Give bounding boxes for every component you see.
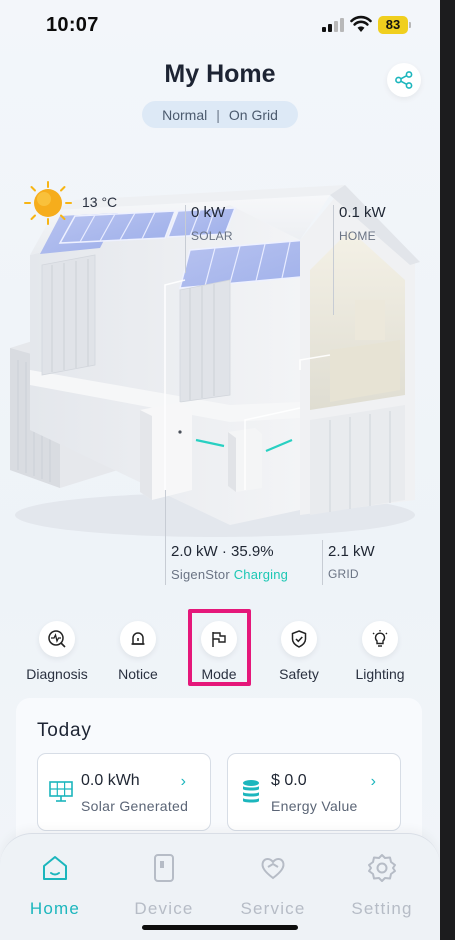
shortcut-label: Diagnosis (26, 666, 88, 682)
home-label: HOME (339, 229, 376, 243)
bottom-tab-bar: Home Device Service Setting (0, 833, 440, 940)
storage-device-name: SigenStor (171, 567, 230, 582)
home-icon (43, 856, 67, 880)
home-power-value: 0.1 kW (339, 204, 386, 221)
coins-icon (243, 780, 259, 803)
tab-service[interactable]: Service (223, 850, 323, 919)
shortcut-label: Notice (118, 666, 158, 682)
solar-power-value: 0 kW (191, 204, 226, 221)
home-leader-line (333, 205, 334, 315)
solar-panel-icon (49, 781, 73, 802)
status-time: 10:07 (46, 14, 99, 36)
gear-icon (368, 854, 396, 882)
device-edge (440, 0, 455, 940)
share-button[interactable] (387, 63, 421, 97)
storage-leader-line (165, 490, 166, 585)
sun-icon (24, 181, 72, 225)
device-icon (154, 854, 174, 882)
page-title: My Home (164, 60, 276, 88)
solar-generated-label: Solar Generated (81, 798, 189, 814)
home-indicator (142, 925, 298, 930)
chevron-right-icon: › (370, 773, 376, 790)
shortcut-safety[interactable]: Safety (259, 615, 339, 682)
tab-setting[interactable]: Setting (332, 850, 432, 919)
share-icon (395, 71, 413, 89)
shortcut-label: Lighting (355, 666, 405, 682)
shield-check-icon (281, 621, 317, 657)
lightbulb-icon (362, 621, 398, 657)
service-heart-icon (261, 858, 285, 880)
wifi-icon (350, 15, 372, 32)
energy-value-card[interactable]: $ 0.0 Energy Value › (227, 753, 401, 831)
tab-label: Service (240, 899, 306, 918)
solar-generated-card[interactable]: 0.0 kWh Solar Generated › (37, 753, 211, 831)
bell-icon (120, 621, 156, 657)
shortcut-label: Safety (279, 666, 319, 682)
grid-power-value: 2.1 kW (328, 543, 375, 560)
today-title: Today (37, 720, 92, 741)
cellular-signal-icon (322, 18, 344, 32)
storage-power-value: 2.0 kW · 35.9% (171, 543, 274, 560)
temperature: 13 °C (82, 194, 118, 210)
tab-device[interactable]: Device (114, 850, 214, 919)
grid-leader-line (322, 540, 323, 585)
operation-mode-text: Normal (162, 106, 208, 123)
storage-charging-state: Charging (233, 567, 289, 582)
grid-connection-text: On Grid (228, 106, 278, 123)
shortcut-diagnosis[interactable]: Diagnosis (17, 615, 97, 682)
shortcut-lighting[interactable]: Lighting (340, 615, 420, 682)
grid-label: GRID (328, 567, 359, 581)
status-separator: | (216, 106, 220, 123)
battery-level: 83 (378, 16, 408, 34)
grid-status-pill: Normal | On Grid (142, 101, 298, 128)
diagnosis-icon (39, 621, 75, 657)
mode-highlight-box (188, 609, 251, 686)
app-screen: 10:07 83 My Home Normal | On Grid 13 °C … (0, 0, 440, 940)
tab-label: Setting (351, 899, 413, 918)
tab-home[interactable]: Home (5, 850, 105, 919)
solar-leader-line (185, 205, 186, 273)
tab-label: Home (29, 899, 81, 918)
solar-label: SOLAR (191, 229, 233, 243)
storage-label: SigenStor Charging (171, 567, 288, 582)
battery-tip (409, 22, 411, 28)
shortcut-notice[interactable]: Notice (98, 615, 178, 682)
chevron-right-icon: › (180, 773, 186, 790)
status-bar: 10:07 83 (0, 0, 440, 52)
energy-value-amount: $ 0.0 (271, 772, 307, 789)
energy-value-label: Energy Value (271, 798, 358, 814)
tab-label: Device (134, 899, 194, 918)
solar-generated-value: 0.0 kWh (81, 772, 140, 789)
